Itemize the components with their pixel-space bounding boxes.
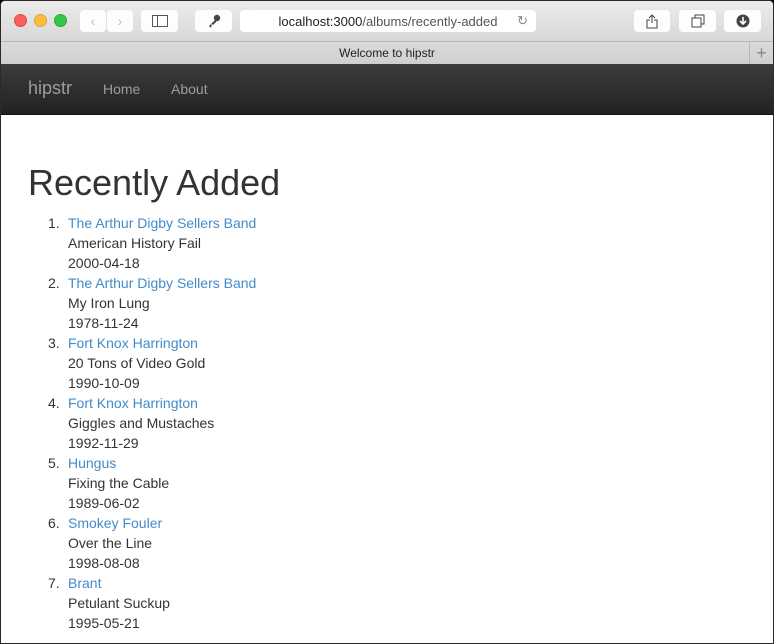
list-number: 5. (48, 455, 60, 471)
list-number: 1. (48, 215, 60, 231)
album-name: American History Fail (68, 235, 202, 251)
list-number: 4. (48, 395, 60, 411)
album-list: 1. The Arthur Digby Sellers Band American … (28, 213, 753, 633)
share-button[interactable] (634, 10, 670, 32)
artist-link[interactable]: Hungus (68, 453, 753, 473)
album-list-item: 5. Hungus Fixing the Cable 1989-06-02 (28, 453, 753, 513)
navbar-brand[interactable]: hipstr (28, 78, 72, 99)
album-list-item: 6. Smokey Fouler Over the Line 1998-08-08 (28, 513, 753, 573)
chevron-left-icon: ‹ (90, 13, 96, 29)
artist-link[interactable]: Smokey Fouler (68, 513, 753, 533)
browser-toolbar: ‹ › localhost:3000/albums/recently-added… (1, 1, 773, 41)
nav-link-home[interactable]: Home (103, 81, 140, 97)
album-list-item: 2. The Arthur Digby Sellers Band My Iron L… (28, 273, 753, 333)
release-date: 1978-11-24 (68, 315, 139, 331)
artist-link[interactable]: Fort Knox Harrington (68, 333, 753, 353)
nav-link-about[interactable]: About (171, 81, 208, 97)
chevron-right-icon: › (117, 13, 123, 29)
album-name: My Iron Lung (68, 295, 150, 311)
release-date: 1995-05-21 (68, 615, 140, 631)
address-bar[interactable]: localhost:3000/albums/recently-added ↻ (240, 10, 536, 32)
back-button[interactable]: ‹ (80, 10, 106, 32)
artist-link[interactable]: Fort Knox Harrington (68, 393, 753, 413)
password-button[interactable] (195, 10, 232, 32)
show-tabs-button[interactable] (679, 10, 716, 32)
share-icon (646, 13, 658, 28)
download-icon (736, 14, 749, 28)
album-name: Over the Line (68, 535, 153, 551)
list-number: 7. (48, 575, 60, 591)
album-list-item: 7. Brant Petulant Suckup 1995-05-21 (28, 573, 753, 633)
artist-link[interactable]: The Arthur Digby Sellers Band (68, 273, 753, 293)
artist-link[interactable]: The Arthur Digby Sellers Band (68, 213, 753, 233)
page-title: Recently Added (28, 162, 281, 203)
list-number: 6. (48, 515, 60, 531)
sidebar-icon (151, 15, 168, 27)
album-name: Giggles and Mustaches (68, 415, 215, 431)
release-date: 2000-04-18 (68, 255, 140, 271)
release-date: 1990-10-09 (68, 375, 140, 391)
main-content: Recently Added 1. The Arthur Digby Seller… (28, 163, 753, 633)
plus-icon: + (756, 42, 767, 63)
album-name: Petulant Suckup (68, 595, 170, 611)
album-list-item: 4. Fort Knox Harrington Giggles and Mustac… (28, 393, 753, 453)
tab-bar: Welcome to hipstr + (1, 41, 773, 64)
site-navbar: hipstr Home About (1, 64, 773, 115)
key-icon (208, 14, 220, 28)
forward-button[interactable]: › (107, 10, 133, 32)
url-path: /albums/recently-added (362, 13, 498, 29)
close-window-button[interactable] (14, 14, 27, 27)
reload-icon[interactable]: ↻ (517, 13, 528, 29)
album-name: 20 Tons of Video Gold (68, 355, 206, 371)
tab-title[interactable]: Welcome to hipstr (339, 46, 435, 60)
release-date: 1992-11-29 (68, 435, 139, 451)
release-date: 1989-06-02 (68, 495, 140, 511)
new-tab-button[interactable]: + (749, 42, 773, 64)
release-date: 1998-08-08 (68, 555, 140, 571)
artist-link[interactable]: Brant (68, 573, 753, 593)
sidebar-button[interactable] (141, 10, 178, 32)
list-number: 2. (48, 275, 60, 291)
album-list-item: 1. The Arthur Digby Sellers Band American … (28, 213, 753, 273)
minimize-window-button[interactable] (34, 14, 47, 27)
album-name: Fixing the Cable (68, 475, 170, 491)
zoom-window-button[interactable] (54, 14, 67, 27)
url-host: localhost:3000 (278, 13, 363, 29)
tabs-icon (691, 14, 704, 28)
browser-window: ‹ › localhost:3000/albums/recently-added… (0, 0, 774, 644)
downloads-button[interactable] (724, 10, 761, 32)
album-list-item: 3. Fort Knox Harrington 20 Tons of Video G… (28, 333, 753, 393)
list-number: 3. (48, 335, 60, 351)
